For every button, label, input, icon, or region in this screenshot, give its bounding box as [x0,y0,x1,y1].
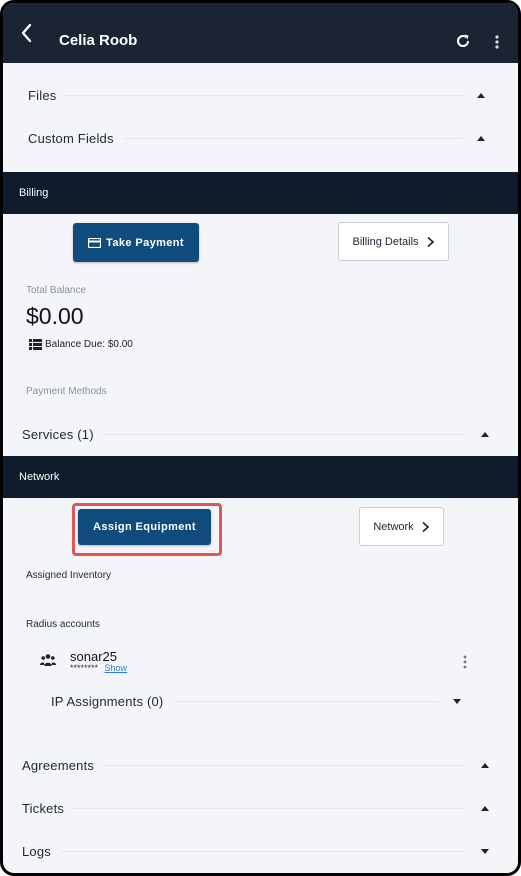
billing-band-label: Billing [19,187,49,199]
billing-band: Billing [3,172,518,214]
radius-password: ******** Show [70,663,127,673]
chevron-right-icon [426,236,434,247]
more-vertical-icon[interactable] [461,654,469,670]
app-frame: Celia Roob Files Custom Fields Billing T… [0,0,521,876]
section-tickets[interactable]: Tickets [22,793,492,823]
caret-up-icon[interactable] [478,758,492,772]
focus-highlight [72,503,222,556]
billing-details-label: Billing Details [352,235,419,248]
take-payment-button[interactable]: Take Payment [73,223,199,262]
caret-up-icon[interactable] [474,88,488,102]
divider [103,433,466,435]
caret-up-icon[interactable] [478,427,492,441]
total-balance-value: $0.00 [26,303,84,329]
section-logs-label: Logs [22,843,51,859]
list-icon [29,339,42,350]
section-ip-assignments[interactable]: IP Assignments (0) [51,686,464,716]
chevron-right-icon [422,521,429,532]
more-vertical-icon[interactable] [493,31,501,53]
balance-due: Balance Due: $0.00 [29,339,133,350]
section-services[interactable]: Services (1) [22,419,492,449]
divider [74,807,466,809]
section-agreements-label: Agreements [22,757,95,773]
radius-accounts-label: Radius accounts [26,619,100,630]
network-button[interactable]: Network [359,507,444,546]
divider [173,700,438,702]
section-custom-fields[interactable]: Custom Fields [28,123,488,153]
radius-username: sonar25 [70,649,117,664]
section-files-label: Files [28,87,57,103]
divider [104,764,466,766]
network-button-label: Network [373,520,414,533]
payment-methods-label: Payment Methods [26,386,107,397]
take-payment-label: Take Payment [106,236,184,249]
show-password-link[interactable]: Show [105,663,128,673]
top-app-bar: Celia Roob [3,3,518,63]
section-files[interactable]: Files [28,80,488,110]
billing-details-button[interactable]: Billing Details [338,222,449,261]
section-ip-assignments-label: IP Assignments (0) [51,693,164,709]
assigned-inventory-label: Assigned Inventory [26,570,112,581]
credit-card-icon [88,237,102,248]
total-balance-label: Total Balance [26,285,87,296]
section-custom-fields-label: Custom Fields [28,130,114,146]
users-icon [40,654,56,666]
caret-up-icon[interactable] [474,131,488,145]
password-mask: ******** [70,663,99,673]
section-tickets-label: Tickets [22,800,65,816]
refresh-icon[interactable] [454,32,472,50]
caret-up-icon[interactable] [478,801,492,815]
section-services-label: Services (1) [22,426,94,442]
caret-down-icon[interactable] [478,844,492,858]
network-band-label: Network [19,471,60,483]
network-band: Network [3,456,518,498]
page-title: Celia Roob [59,32,138,49]
caret-down-icon[interactable] [450,694,464,708]
section-logs[interactable]: Logs [22,836,492,866]
balance-due-text: Balance Due: $0.00 [45,339,133,350]
divider [66,94,462,96]
divider [61,850,466,852]
section-agreements[interactable]: Agreements [22,750,492,780]
chevron-left-icon[interactable] [17,21,37,45]
divider [123,137,462,139]
